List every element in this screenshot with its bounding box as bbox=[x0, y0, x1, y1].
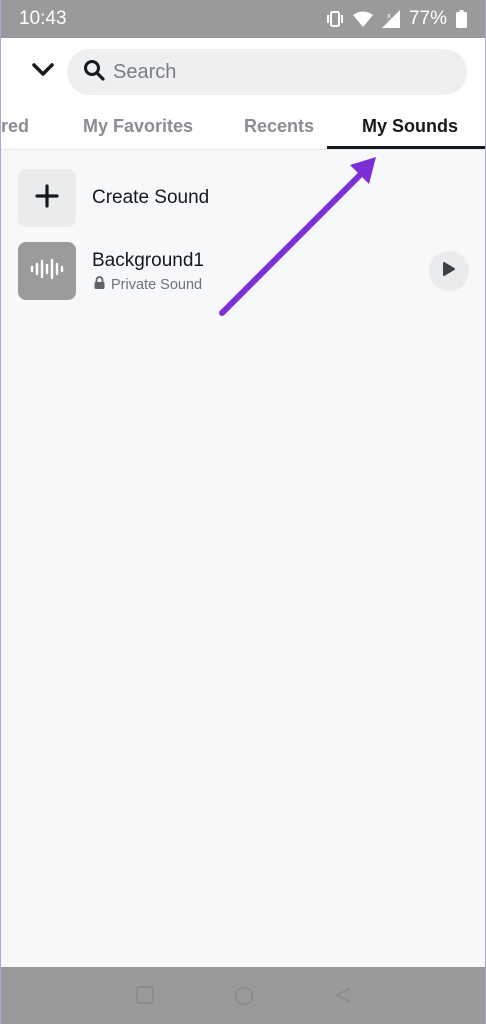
sound-privacy: Private Sound bbox=[94, 276, 202, 293]
app-frame: 10:43 x 77% Search red My Favorites Rece… bbox=[0, 0, 486, 1024]
wifi-icon bbox=[352, 11, 373, 27]
signal-icon: x bbox=[381, 10, 400, 28]
play-button[interactable] bbox=[429, 251, 469, 291]
search-icon bbox=[83, 59, 105, 86]
home-circle-icon[interactable] bbox=[233, 985, 255, 1012]
search-bar[interactable] bbox=[67, 49, 467, 95]
battery-level: 77% bbox=[408, 8, 447, 29]
status-icons: x 77% bbox=[326, 8, 467, 30]
tab-my-sounds[interactable]: My Sounds bbox=[362, 106, 458, 150]
header bbox=[1, 38, 485, 106]
tab-featured[interactable]: red bbox=[1, 106, 29, 150]
lock-icon bbox=[94, 276, 105, 293]
play-icon bbox=[442, 261, 456, 282]
recents-square-icon[interactable] bbox=[135, 985, 155, 1010]
active-tab-indicator bbox=[327, 146, 485, 149]
chevron-down-icon bbox=[32, 62, 54, 82]
svg-text:x: x bbox=[387, 12, 391, 20]
status-time: 10:43 bbox=[19, 8, 67, 29]
sound-subtitle: Private Sound bbox=[111, 276, 203, 293]
navigation-bar bbox=[1, 967, 485, 1024]
tab-recents[interactable]: Recents bbox=[244, 106, 314, 150]
sound-row[interactable]: Background1 Private Sound bbox=[1, 236, 485, 306]
status-bar: 10:43 x 77% bbox=[1, 0, 485, 38]
arrow-annotation bbox=[219, 157, 376, 316]
vibrate-icon bbox=[326, 10, 344, 28]
create-sound-tile bbox=[18, 169, 76, 227]
collapse-button[interactable] bbox=[21, 50, 65, 94]
tab-bar: red My Favorites Recents My Sounds bbox=[1, 106, 485, 150]
tab-my-favorites[interactable]: My Favorites bbox=[83, 106, 193, 150]
create-sound-label: Create Sound bbox=[92, 187, 210, 208]
create-sound-row[interactable]: Create Sound bbox=[1, 163, 485, 233]
plus-icon bbox=[35, 183, 59, 213]
sound-title: Background1 bbox=[92, 250, 204, 271]
back-triangle-icon[interactable] bbox=[333, 985, 353, 1010]
sound-thumbnail bbox=[18, 242, 76, 300]
search-input[interactable] bbox=[113, 60, 433, 84]
battery-icon bbox=[456, 10, 467, 28]
waveform-icon bbox=[30, 258, 64, 285]
